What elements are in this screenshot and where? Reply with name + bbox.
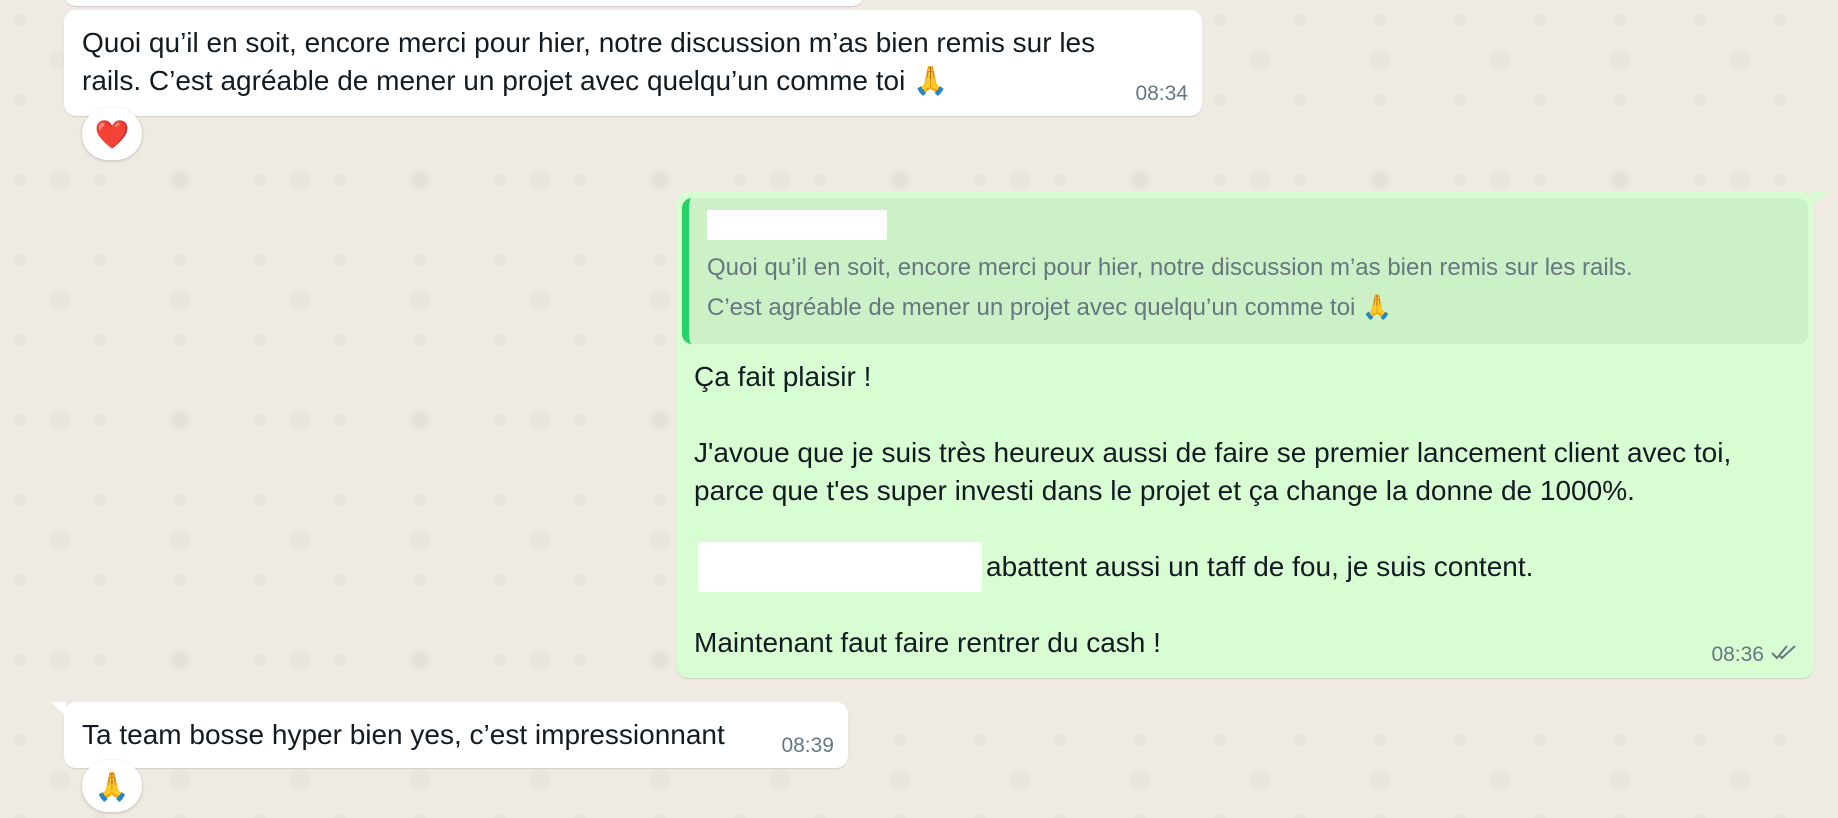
bubble-tail — [1812, 192, 1828, 206]
incoming-message-bubble[interactable]: Quoi qu’il en soit, encore merci pour hi… — [64, 10, 1202, 116]
chat-conversation: Quoi qu’il en soit, encore merci pour hi… — [0, 0, 1838, 818]
quoted-message[interactable]: Quoi qu’il en soit, encore merci pour hi… — [682, 198, 1808, 344]
message-meta: 08:39 — [781, 734, 834, 758]
bubble-tail — [50, 702, 66, 716]
message-meta: 08:36 — [1711, 642, 1800, 668]
double-check-icon — [1770, 642, 1800, 668]
message-paragraph-4: Maintenant faut faire rentrer du cash ! — [694, 627, 1161, 658]
message-time: 08:34 — [1135, 82, 1188, 105]
incoming-message-bubble[interactable]: Ta team bosse hyper bien yes, c’est impr… — [50, 702, 848, 768]
quoted-author-redacted — [707, 210, 887, 240]
message-body: Ça fait plaisir ! J'avoue que je suis tr… — [694, 358, 1796, 662]
message-paragraph-1: Ça fait plaisir ! — [694, 361, 872, 392]
previous-message-bubble[interactable] — [64, 0, 864, 6]
heart-reaction-icon: ❤️ — [94, 117, 130, 151]
outgoing-message-bubble[interactable]: Quoi qu’il en soit, encore merci pour hi… — [676, 192, 1828, 678]
message-text: Ta team bosse hyper bien yes, c’est impr… — [82, 719, 725, 750]
message-paragraph-3: abattent aussi un taff de fou, je suis c… — [986, 551, 1534, 582]
message-text: Quoi qu’il en soit, encore merci pour hi… — [82, 27, 1096, 96]
message-paragraph-2: J'avoue que je suis très heureux aussi d… — [694, 437, 1732, 506]
message-meta: 08:34 — [1135, 82, 1188, 106]
message-time: 08:36 — [1711, 643, 1764, 666]
quoted-text: Quoi qu’il en soit, encore merci pour hi… — [707, 254, 1633, 321]
redacted-names — [698, 542, 982, 592]
message-reaction[interactable]: 🙏 — [82, 760, 142, 812]
message-reaction[interactable]: ❤️ — [82, 108, 142, 160]
message-time: 08:39 — [781, 734, 834, 757]
pray-reaction-icon: 🙏 — [94, 769, 130, 803]
